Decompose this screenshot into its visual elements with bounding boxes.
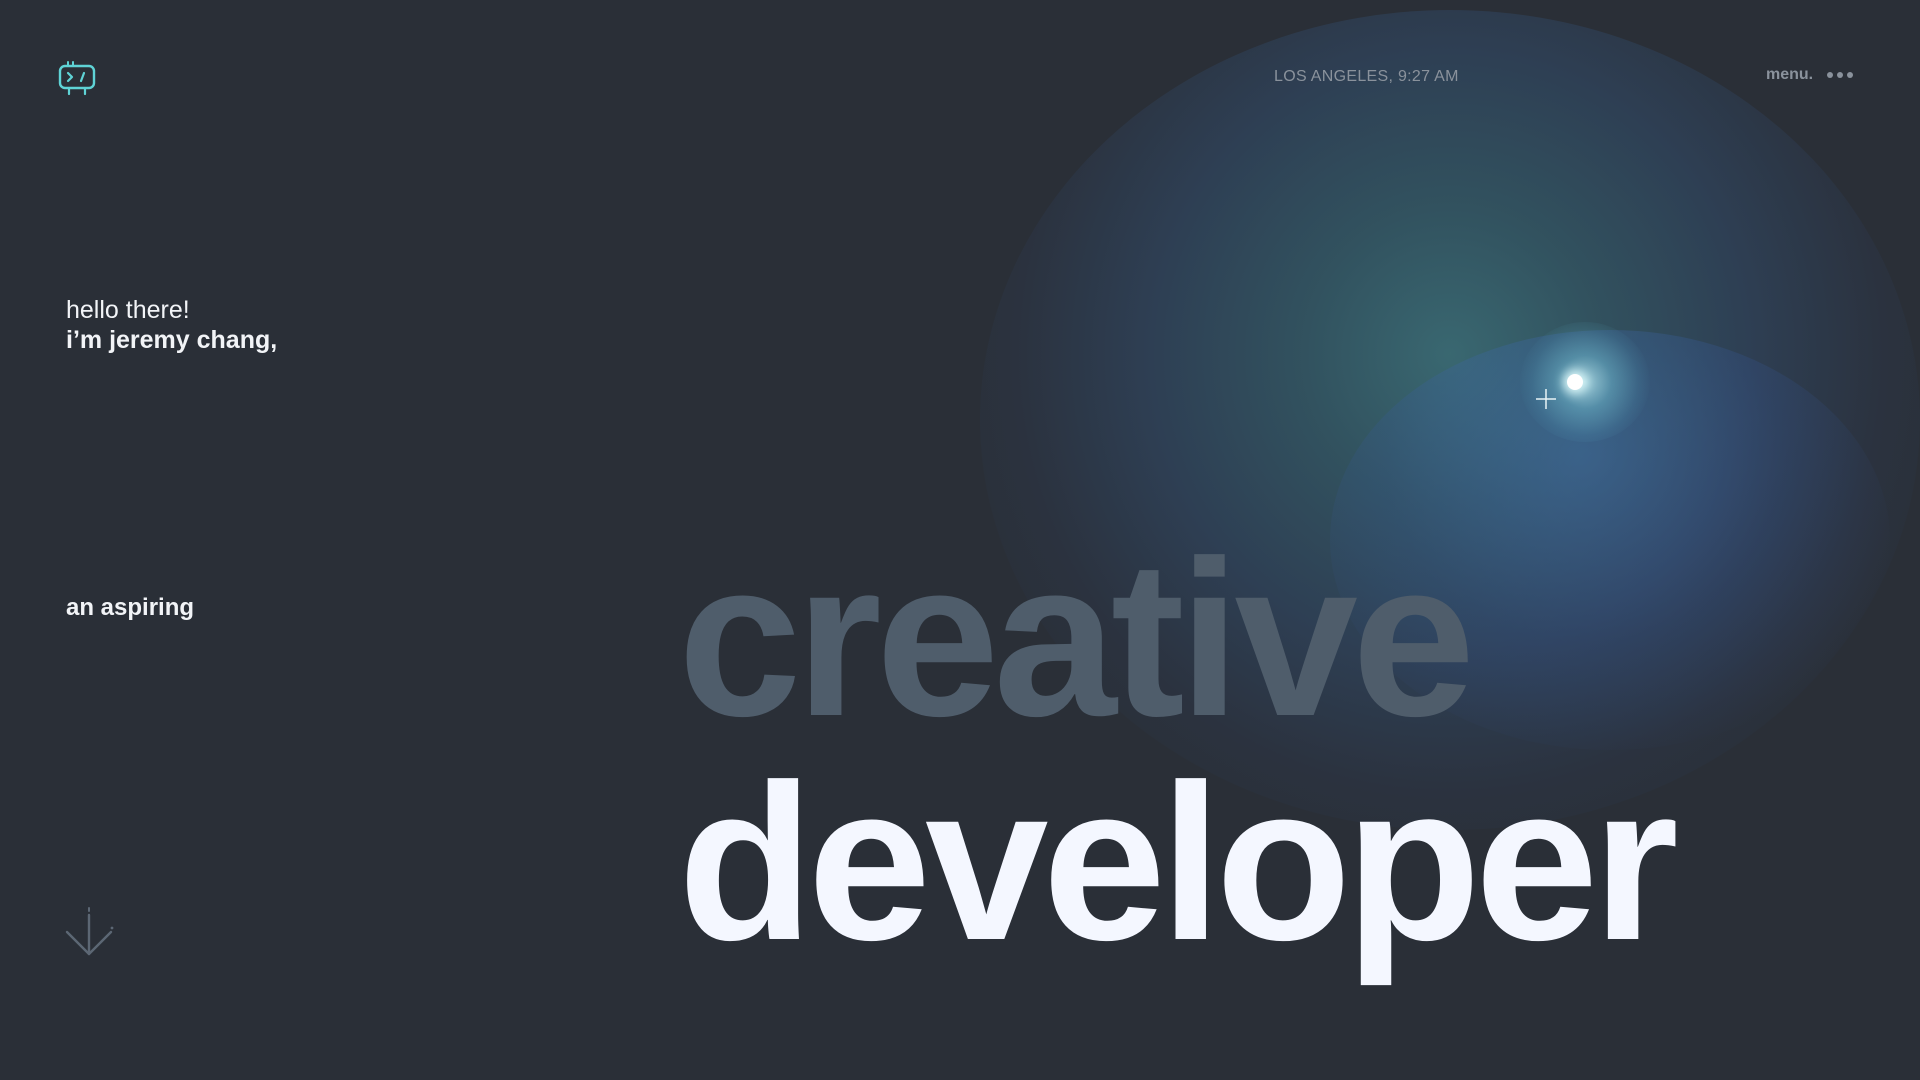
code-monitor-icon[interactable]	[58, 60, 98, 96]
headline-word-developer: developer	[678, 739, 1679, 987]
author-name: i’m jeremy chang,	[66, 326, 278, 354]
menu-label: menu.	[1766, 66, 1814, 83]
light-orb	[1567, 374, 1583, 390]
location-time: LOS ANGELES, 9:27 AM	[1274, 68, 1459, 85]
intro-text: hello there! i’m jeremy chang,	[66, 295, 277, 355]
crosshair-cursor-icon	[1536, 389, 1556, 409]
light-orb-halo	[1520, 322, 1650, 442]
landing-page: LOS ANGELES, 9:27 AM menu. hello there! …	[0, 0, 1920, 1080]
scroll-down-arrow-icon[interactable]	[64, 906, 116, 958]
aspiring-label: an aspiring	[66, 594, 195, 621]
headline-word-creative: creative	[678, 515, 1475, 763]
greeting: hello there!	[66, 296, 190, 324]
more-dots-icon	[1827, 72, 1854, 78]
menu-button[interactable]: menu.	[1766, 66, 1854, 84]
